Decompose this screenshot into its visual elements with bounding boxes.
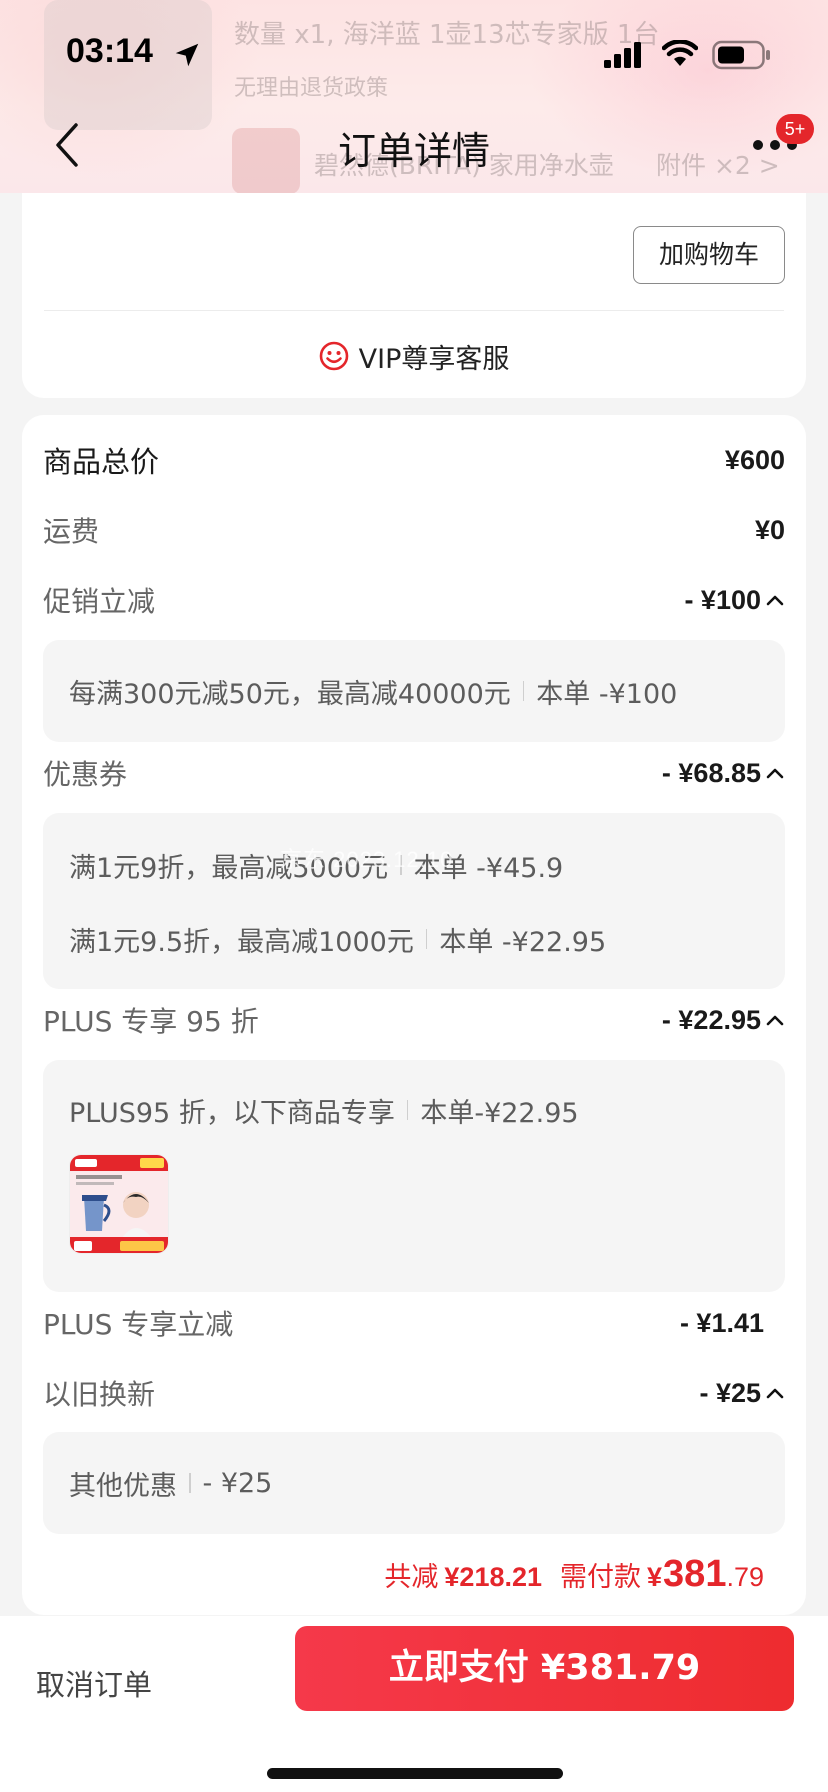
trade-in-value: - ¥25 <box>699 1377 761 1408</box>
smiley-service-icon <box>319 341 348 371</box>
vip-service-label: VIP尊享客服 <box>358 343 510 375</box>
promotion-detail-line: 每满300元减50元，最高减40000元 本单 -¥100 <box>69 671 765 711</box>
shipping-label: 运费 <box>43 515 100 548</box>
plus-discount-rule: PLUS95 折，以下商品专享 <box>69 1097 395 1129</box>
underlying-return-policy: 无理由退货政策 <box>234 76 389 101</box>
trade-in-rule: 其他优惠 <box>69 1470 177 1502</box>
trade-in-label: 以旧换新 <box>43 1378 156 1411</box>
coupon-amount: 本单 -¥22.95 <box>439 926 607 958</box>
pay-now-button[interactable]: 立即支付 ¥381.79 <box>295 1626 794 1711</box>
page-title: 订单详情 <box>337 129 490 173</box>
plus-discount-label: PLUS 专享 95 折 <box>43 1005 259 1038</box>
add-to-cart-button[interactable]: 加购物车 <box>633 226 785 284</box>
watermark: 京东 2023.12.10 <box>280 847 454 872</box>
separator <box>522 681 525 701</box>
divider <box>44 310 784 311</box>
shipping-value: ¥0 <box>754 514 785 545</box>
coupon-label: 优惠券 <box>43 758 128 791</box>
promotion-value-group: - ¥100 <box>684 585 785 616</box>
chevron-up-icon[interactable] <box>765 1386 785 1400</box>
plus-discount-value: - ¥22.95 <box>661 1004 761 1035</box>
cellular-signal-icon <box>604 42 641 68</box>
coupon-rule: 满1元9.5折，最高减1000元 <box>69 926 414 958</box>
plus-discount-row[interactable]: PLUS 专享 95 折 - ¥22.95 <box>43 997 785 1043</box>
need-pay-label: 需付款 <box>560 1562 642 1593</box>
wifi-icon <box>662 40 698 66</box>
separator <box>189 1473 191 1493</box>
promotion-label: 促销立减 <box>43 585 156 618</box>
total-reduce-label: 共减 <box>384 1562 439 1593</box>
location-arrow-icon <box>175 43 199 67</box>
coupon-value-group: - ¥68.85 <box>662 758 785 789</box>
separator <box>406 1100 409 1120</box>
battery-icon <box>712 40 770 70</box>
promotion-row[interactable]: 促销立减 - ¥100 <box>43 577 785 623</box>
cancel-order-button[interactable]: 取消订单 <box>36 1662 152 1704</box>
header: 数量 x1, 海洋蓝 1壶13芯专家版 1台 无理由退货政策 碧然德(BRITA… <box>0 0 828 193</box>
message-count-badge: 5+ <box>776 114 814 144</box>
order-product-card: 加购物车 VIP尊享客服 <box>22 170 806 398</box>
goods-total-row: 商品总价 ¥600 <box>43 437 785 483</box>
vip-service-link[interactable]: VIP尊享客服 <box>22 320 806 392</box>
plus-discount-amount: 本单-¥22.95 <box>420 1097 579 1129</box>
trade-in-amount: - ¥25 <box>202 1467 273 1499</box>
coupon-row[interactable]: 优惠券 - ¥68.85 <box>43 750 785 796</box>
goods-total-label: 商品总价 <box>43 445 160 479</box>
home-indicator[interactable] <box>267 1768 563 1779</box>
trade-in-detail-line: 其他优惠 - ¥25 <box>69 1463 765 1503</box>
total-reduce-value: ¥218.21 <box>444 1562 543 1592</box>
status-time: 03:14 <box>66 32 153 70</box>
need-pay-currency: ¥ <box>647 1562 663 1592</box>
plus-discount-detail-box: PLUS95 折，以下商品专享 本单-¥22.95 <box>43 1060 785 1292</box>
chevron-up-icon[interactable] <box>765 593 785 607</box>
price-detail-card: 商品总价 ¥600 运费 ¥0 促销立减 - ¥100 每满300元减50元，最… <box>22 415 806 1615</box>
promotion-amount: 本单 -¥100 <box>536 678 678 710</box>
trade-in-detail-box: 其他优惠 - ¥25 <box>43 1432 785 1534</box>
coupon-detail-box: 满1元9折，最高减5000元 本单 -¥45.9 满1元9.5折，最高减1000… <box>43 813 785 989</box>
coupon-value: - ¥68.85 <box>661 757 761 788</box>
promotion-rule: 每满300元减50元，最高减40000元 <box>69 678 511 710</box>
plus-reduce-row: PLUS 专享立减 - ¥1.41 <box>43 1300 785 1346</box>
plus-reduce-label: PLUS 专享立减 <box>43 1308 234 1341</box>
trade-in-value-group: - ¥25 <box>699 1378 785 1409</box>
separator <box>425 929 428 949</box>
chevron-up-icon[interactable] <box>765 1013 785 1027</box>
promotion-detail-box: 每满300元减50元，最高减40000元 本单 -¥100 <box>43 640 785 742</box>
water-pitcher-product-image <box>70 1155 168 1253</box>
promotion-value: - ¥100 <box>684 584 761 615</box>
shipping-row: 运费 ¥0 <box>43 507 785 553</box>
payment-summary: 共减 ¥218.21 需付款 ¥ 381 .79 <box>384 1553 764 1596</box>
coupon-detail-line: 满1元9.5折，最高减1000元 本单 -¥22.95 <box>69 919 765 959</box>
product-thumbnail[interactable] <box>69 1154 169 1254</box>
underlying-product-spec: 数量 x1, 海洋蓝 1壶13芯专家版 1台 <box>234 20 660 50</box>
trade-in-row[interactable]: 以旧换新 - ¥25 <box>43 1370 785 1416</box>
need-pay-integer: 381 <box>663 1553 727 1595</box>
plus-reduce-value: - ¥1.41 <box>679 1307 764 1338</box>
plus-discount-detail-line: PLUS95 折，以下商品专享 本单-¥22.95 <box>69 1090 765 1130</box>
bottom-action-bar: 取消订单 立即支付 ¥381.79 <box>0 1616 828 1792</box>
chevron-up-icon[interactable] <box>765 766 785 780</box>
plus-discount-value-group: - ¥22.95 <box>662 1005 785 1036</box>
goods-total-value: ¥600 <box>724 444 785 475</box>
need-pay-decimal: .79 <box>726 1562 764 1592</box>
